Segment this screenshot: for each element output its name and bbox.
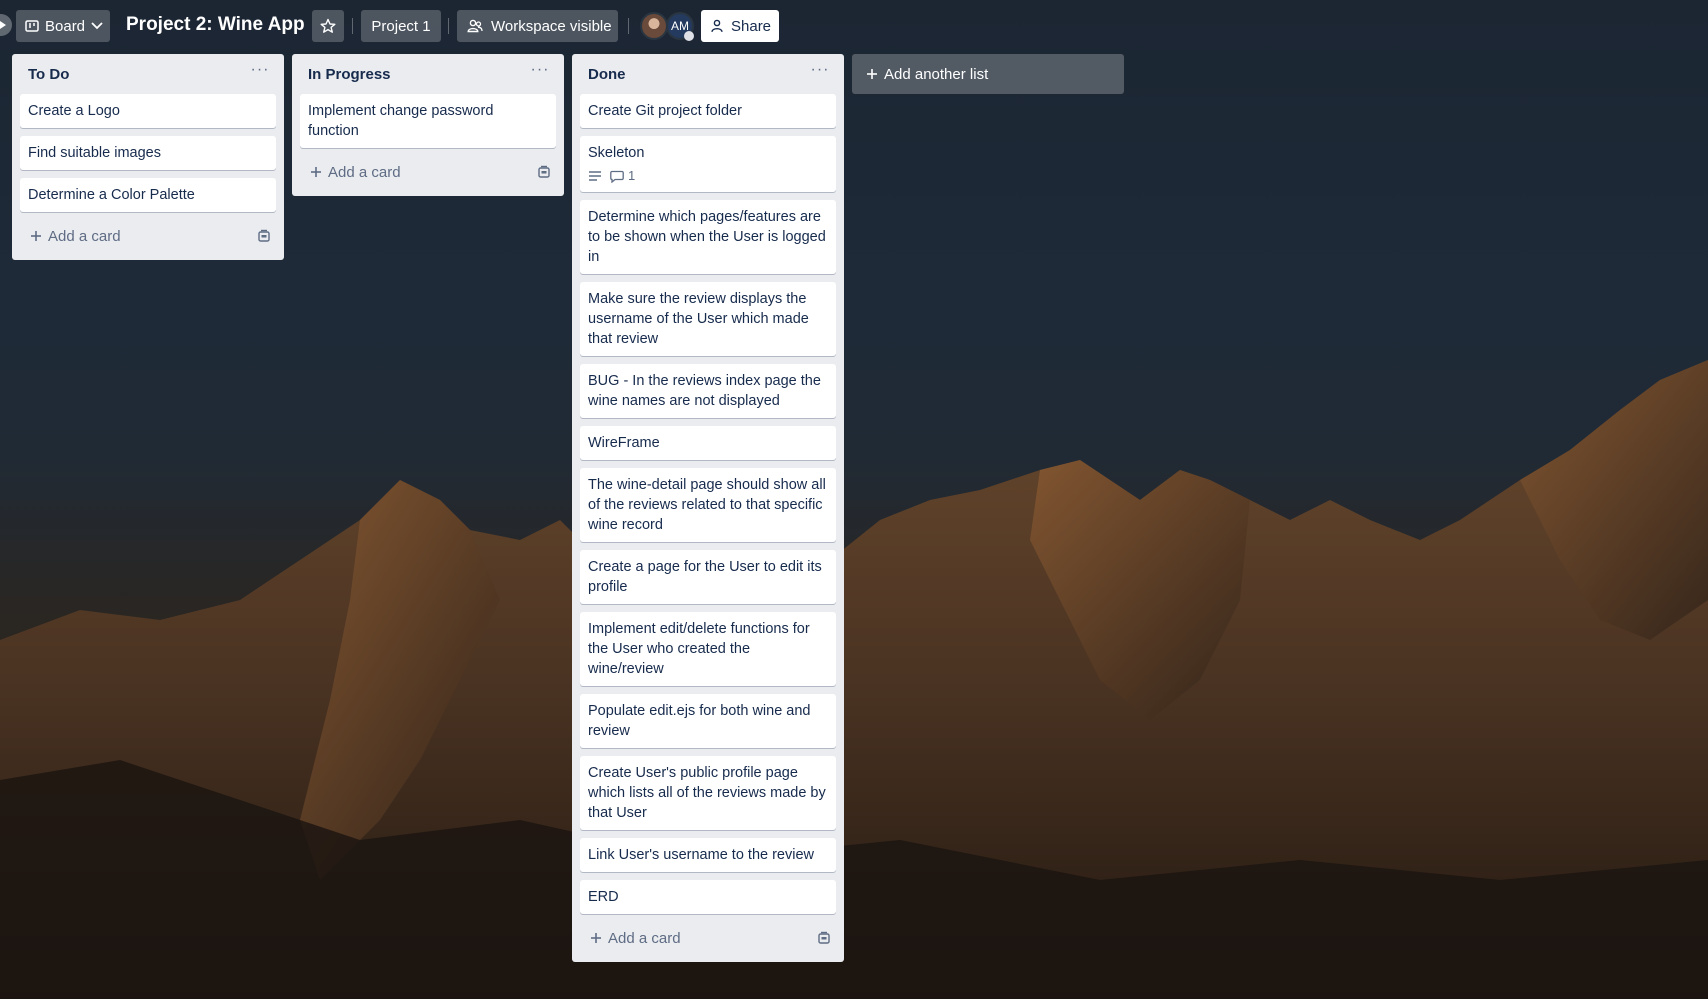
view-switcher-button[interactable]: Board xyxy=(16,10,110,42)
card[interactable]: BUG - In the reviews index page the wine… xyxy=(580,364,836,418)
plus-icon xyxy=(311,167,321,177)
add-card-row: Add a card xyxy=(580,922,836,954)
card[interactable]: Make sure the review displays the userna… xyxy=(580,282,836,356)
add-list-label: Add another list xyxy=(884,65,989,83)
add-list-button[interactable]: Add another list xyxy=(852,54,1124,94)
card[interactable]: Skeleton 1 xyxy=(580,136,836,192)
card[interactable]: Create a Logo xyxy=(20,94,276,128)
card-title: Implement change password function xyxy=(308,103,494,139)
add-card-row: Add a card xyxy=(300,156,556,188)
card[interactable]: Populate edit.ejs for both wine and revi… xyxy=(580,694,836,748)
card-template-icon[interactable] xyxy=(256,228,272,244)
header-divider xyxy=(628,18,629,34)
card-title: BUG - In the reviews index page the wine… xyxy=(588,373,821,409)
card-template-icon[interactable] xyxy=(816,930,832,946)
visibility-label: Workspace visible xyxy=(491,17,612,35)
list-header: To Do ··· xyxy=(20,54,276,94)
card-title: Create Git project folder xyxy=(588,103,742,119)
workspace-label: Project 1 xyxy=(371,17,431,35)
card-template-icon[interactable] xyxy=(536,164,552,180)
card[interactable]: Find suitable images xyxy=(20,136,276,170)
add-card-button[interactable]: Add a card xyxy=(580,922,681,954)
card[interactable]: Determine a Color Palette xyxy=(20,178,276,212)
chevron-down-icon xyxy=(91,22,103,30)
card-title: Implement edit/delete functions for the … xyxy=(588,621,810,677)
add-card-row: Add a card xyxy=(20,220,276,252)
plus-icon xyxy=(867,69,877,79)
board-header: Board Project 2: Wine App Project 1 Work… xyxy=(0,0,1708,52)
star-icon xyxy=(320,18,336,33)
add-card-label: Add a card xyxy=(48,227,121,245)
list-header: Done ··· xyxy=(580,54,836,94)
add-card-button[interactable]: Add a card xyxy=(300,156,401,188)
card-title: Create User's public profile page which … xyxy=(588,765,826,821)
card-title: Find suitable images xyxy=(28,145,161,161)
card-title: Determine a Color Palette xyxy=(28,187,195,203)
card-title: Create a page for the User to edit its p… xyxy=(588,559,822,595)
list-done: Done ··· Create Git project folder Skele… xyxy=(572,54,844,962)
card[interactable]: Create User's public profile page which … xyxy=(580,756,836,830)
admin-badge-icon xyxy=(684,31,694,41)
member-avatar[interactable] xyxy=(640,12,668,40)
list-in-progress: In Progress ··· Implement change passwor… xyxy=(292,54,564,196)
share-button[interactable]: Share xyxy=(701,10,779,42)
list-actions-icon[interactable]: ··· xyxy=(528,62,552,84)
list-to-do: To Do ··· Create a Logo Find suitable im… xyxy=(12,54,284,260)
add-card-button[interactable]: Add a card xyxy=(20,220,121,252)
list-title[interactable]: In Progress xyxy=(308,66,391,83)
card[interactable]: Link User's username to the review xyxy=(580,838,836,872)
add-card-label: Add a card xyxy=(608,929,681,947)
list-title[interactable]: To Do xyxy=(28,66,69,83)
plus-icon xyxy=(591,933,601,943)
card[interactable]: Implement change password function xyxy=(300,94,556,148)
card-title: The wine-detail page should show all of … xyxy=(588,477,826,533)
header-divider xyxy=(352,18,353,34)
list-actions-icon[interactable]: ··· xyxy=(248,62,272,84)
board-icon xyxy=(25,20,39,32)
card-title: ERD xyxy=(588,889,619,905)
card-title: Skeleton xyxy=(588,145,645,161)
share-label: Share xyxy=(731,17,772,35)
visibility-button[interactable]: Workspace visible xyxy=(457,10,618,42)
card-title: Populate edit.ejs for both wine and revi… xyxy=(588,703,811,739)
star-board-button[interactable] xyxy=(312,10,344,42)
expand-sidebar-icon[interactable] xyxy=(0,14,12,36)
workspace-button[interactable]: Project 1 xyxy=(361,10,441,42)
comment-count: 1 xyxy=(628,168,636,183)
card-badges: 1 xyxy=(588,167,828,185)
card-title: Determine which pages/features are to be… xyxy=(588,209,826,265)
add-card-label: Add a card xyxy=(328,163,401,181)
board-title[interactable]: Project 2: Wine App xyxy=(126,14,305,36)
card[interactable]: ERD xyxy=(580,880,836,914)
card[interactable]: Determine which pages/features are to be… xyxy=(580,200,836,274)
card-title: Create a Logo xyxy=(28,103,120,119)
card[interactable]: WireFrame xyxy=(580,426,836,460)
card-title: Link User's username to the review xyxy=(588,847,815,863)
list-header: In Progress ··· xyxy=(300,54,556,94)
card[interactable]: Create Git project folder xyxy=(580,94,836,128)
card[interactable]: Create a page for the User to edit its p… xyxy=(580,550,836,604)
header-divider xyxy=(448,18,449,34)
card-title: WireFrame xyxy=(588,435,660,451)
people-icon xyxy=(467,19,483,33)
view-switcher-label: Board xyxy=(45,17,86,35)
comment-icon xyxy=(610,170,624,183)
plus-icon xyxy=(31,231,41,241)
add-person-icon xyxy=(711,19,723,33)
card[interactable]: Implement edit/delete functions for the … xyxy=(580,612,836,686)
list-title[interactable]: Done xyxy=(588,66,626,83)
card-title: Make sure the review displays the userna… xyxy=(588,291,809,347)
card[interactable]: The wine-detail page should show all of … xyxy=(580,468,836,542)
description-icon xyxy=(589,171,601,181)
list-actions-icon[interactable]: ··· xyxy=(808,62,832,84)
